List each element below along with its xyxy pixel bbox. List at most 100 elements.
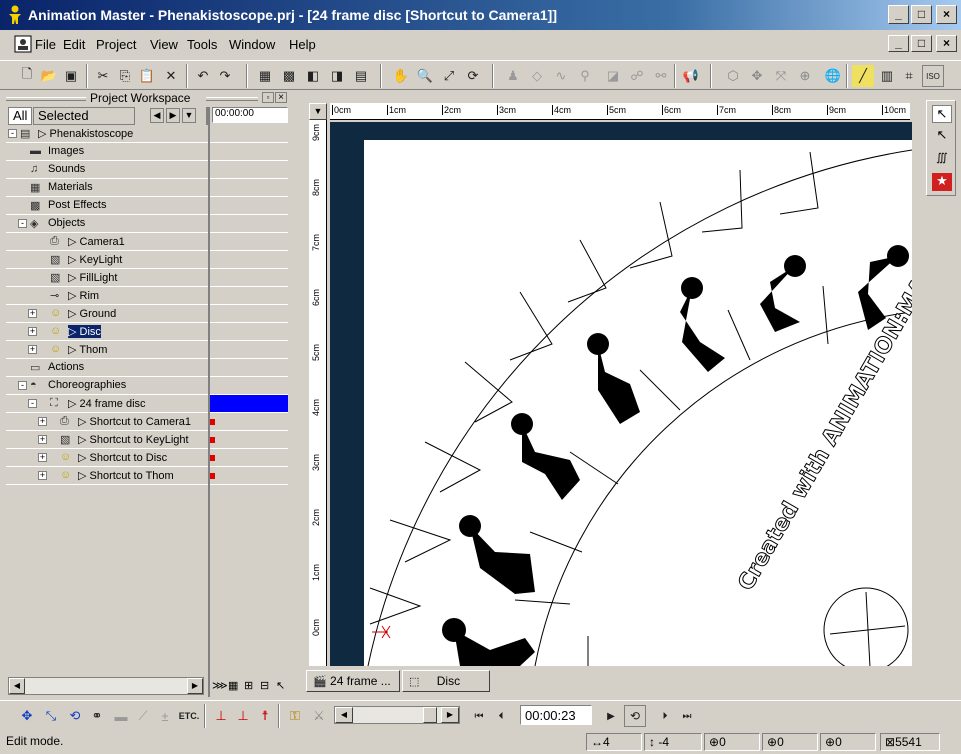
scale-icon[interactable]: ⤧ (770, 65, 792, 87)
grid-view-icon[interactable]: ▦ (228, 679, 238, 692)
zoom-fit-icon[interactable]: ⤢ (438, 65, 460, 87)
ik-icon[interactable]: ⚯ (650, 65, 672, 87)
timeline-row[interactable] (210, 269, 288, 287)
tree-item[interactable]: ▭ Actions (6, 359, 208, 377)
render-icon[interactable]: ▦ (254, 65, 276, 87)
timeline-row[interactable] (210, 413, 288, 431)
snap-icon[interactable]: ⌗ (898, 65, 920, 87)
group-icon[interactable]: ⚭ (86, 705, 108, 727)
tree-item[interactable]: - ◈ Objects (6, 215, 208, 233)
timeline-row[interactable] (210, 125, 288, 143)
tree-expander[interactable]: - (28, 399, 37, 408)
path-icon[interactable]: ∿ (550, 65, 572, 87)
tree-hscrollbar[interactable]: ◀ ▶ (8, 677, 204, 695)
save-all-icon[interactable]: ▣ (60, 65, 82, 87)
menu-tools[interactable]: Tools (187, 37, 217, 52)
zoom-icon[interactable]: 🔍 (414, 65, 436, 87)
sphere-icon[interactable]: ⊕ (794, 65, 816, 87)
timeline-row[interactable] (210, 251, 288, 269)
keyframe-marker[interactable] (210, 473, 215, 479)
tree-item[interactable]: ▩ Post Effects (6, 197, 208, 215)
viewport-menu-button[interactable]: ▼ (309, 103, 327, 120)
etc-button[interactable]: ETC. (176, 705, 202, 727)
tree-expander[interactable]: + (38, 417, 47, 426)
timeline-row[interactable] (210, 359, 288, 377)
pointer-icon[interactable]: ↖ (932, 105, 952, 123)
mdi-restore-button[interactable]: □ (911, 35, 932, 52)
undo-icon[interactable]: ↶ (192, 65, 214, 87)
redo-icon[interactable]: ↷ (214, 65, 236, 87)
pose-icon[interactable]: ☨ (254, 705, 276, 727)
delete-icon[interactable]: ✕ (160, 65, 182, 87)
tree-item[interactable]: - ▤ ▷ Phenakistoscope (6, 125, 208, 143)
hand-pan-icon[interactable]: ✋ (390, 65, 412, 87)
scroll-left-button[interactable]: ◀ (150, 108, 164, 123)
tree-expander[interactable]: - (18, 219, 27, 228)
keys-icon[interactable]: ⊞ (244, 679, 253, 692)
menu-edit[interactable]: Edit (63, 37, 85, 52)
tree-item[interactable]: ▬ Images (6, 143, 208, 161)
skeleton-icon[interactable]: ☍ (626, 65, 648, 87)
bone-mode-icon[interactable]: ⊥ (210, 705, 232, 727)
viewport-canvas[interactable]: Created with ANIMATION:MASTER (330, 122, 912, 666)
tree-item[interactable]: ▦ Materials (6, 179, 208, 197)
tree-expander[interactable]: + (38, 435, 47, 444)
tree-item[interactable]: ⎙ ▷ Camera1 (6, 233, 208, 251)
rotate-tool-icon[interactable]: ⟲ (64, 705, 86, 727)
cube-icon[interactable]: ◇ (526, 65, 548, 87)
play-icon[interactable]: ▶ (600, 705, 622, 727)
timecode-field[interactable]: 00:00:23 (520, 705, 592, 725)
tree-expander[interactable]: + (28, 327, 37, 336)
tree-expander[interactable]: - (18, 381, 27, 390)
tree-item[interactable]: + ☺ ▷ Thom (6, 341, 208, 359)
timeline-row[interactable] (210, 143, 288, 161)
tree-expander[interactable]: + (38, 471, 47, 480)
tree-expander[interactable]: + (38, 453, 47, 462)
prev-frame-icon[interactable]: ⏴ (490, 705, 512, 727)
box-icon[interactable]: ⬡ (722, 65, 744, 87)
menu-view[interactable]: View (150, 37, 178, 52)
frame-slider[interactable]: ◀ ▶ (334, 706, 460, 724)
tree-item[interactable]: + ☺ ▷ Ground (6, 305, 208, 323)
star-icon[interactable]: ★ (932, 173, 952, 191)
scroll-right-button[interactable]: ▶ (166, 108, 180, 123)
tab-disc[interactable]: ⬚ Disc (402, 670, 490, 692)
new-icon[interactable]: 🗋 (16, 65, 38, 87)
tree-expander[interactable]: + (28, 345, 37, 354)
next-frame-icon[interactable]: ⏵ (654, 705, 676, 727)
close-button[interactable]: × (936, 5, 957, 24)
timeline-row[interactable] (210, 161, 288, 179)
scale-tool-icon[interactable]: ⤡ (40, 705, 62, 727)
menu-help[interactable]: Help (289, 37, 316, 52)
tree-expander[interactable]: - (8, 129, 17, 138)
tree-item[interactable]: + ⎙ ▷ Shortcut to Camera1 (6, 413, 208, 431)
timeline-row[interactable] (210, 395, 288, 413)
film-icon[interactable]: ▤ (350, 65, 372, 87)
timeline-row[interactable] (210, 233, 288, 251)
move-tool-icon[interactable]: ✥ (16, 705, 38, 727)
channel-icon[interactable]: ⊟ (260, 679, 269, 692)
spline-icon[interactable]: ╱ (852, 65, 874, 87)
pointer-small-icon[interactable]: ↖ (276, 679, 285, 692)
move-icon[interactable]: ✥ (746, 65, 768, 87)
tab-selected[interactable]: Selected (33, 107, 135, 125)
lights-icon[interactable]: ◨ (326, 65, 348, 87)
tree-expander[interactable]: + (28, 309, 37, 318)
open-icon[interactable]: 📂 (38, 65, 60, 87)
first-frame-icon[interactable]: ⏮ (468, 705, 490, 727)
globe-icon[interactable]: 🌐 (822, 65, 844, 87)
hair-icon[interactable]: ∭ (932, 151, 952, 169)
timeline-tool-icon[interactable]: ⋙ (212, 679, 228, 692)
minimize-button[interactable]: _ (888, 5, 909, 24)
timeline-row[interactable] (210, 377, 288, 395)
menu-file[interactable]: File (35, 37, 56, 52)
timeline-row[interactable] (210, 197, 288, 215)
timeline-row[interactable] (210, 179, 288, 197)
tree-item[interactable]: + ▧ ▷ Shortcut to KeyLight (6, 431, 208, 449)
timeline-row[interactable] (210, 305, 288, 323)
keyframe-marker[interactable] (210, 419, 215, 425)
skeleton-mode-icon[interactable]: ⊥ (232, 705, 254, 727)
tree-item[interactable]: ▧ ▷ KeyLight (6, 251, 208, 269)
plus-minus-icon[interactable]: ± (154, 705, 176, 727)
timeline-row[interactable] (210, 431, 288, 449)
